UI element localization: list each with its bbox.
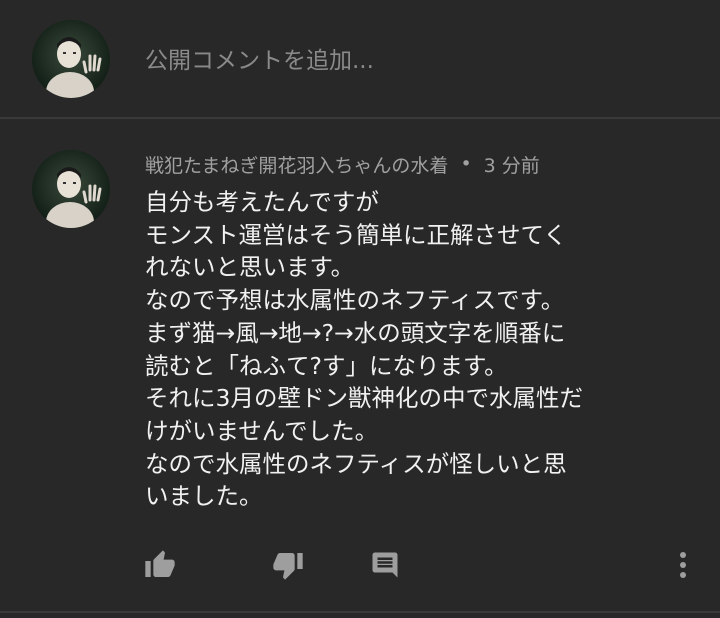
comment-line: なので予想は水属性のネフティスです。: [145, 286, 565, 315]
comment-line: 自分も考えたんですが: [145, 188, 379, 216]
bottom-divider: [0, 611, 720, 613]
reply-button[interactable]: [365, 545, 405, 585]
avatar-image: [32, 150, 110, 228]
comment-line: 読むと「ねふて?す」になります。: [145, 351, 508, 380]
add-comment-input[interactable]: [145, 43, 685, 79]
comment-line: けがいませんでした。: [145, 416, 379, 445]
comment-meta: 戦犯たまねぎ開花羽入ちゃんの水着 • 3 分前: [145, 150, 540, 178]
meta-separator: •: [460, 153, 472, 175]
avatar-image: [32, 20, 110, 98]
dislike-button[interactable]: [268, 545, 308, 585]
more-vertical-icon: [680, 552, 686, 578]
section-divider: [0, 117, 720, 119]
comment-actions: [0, 545, 720, 585]
comment-author[interactable]: 戦犯たまねぎ開花羽入ちゃんの水着: [145, 151, 448, 178]
comment-line: モンスト運営はそう簡単に正解させてく: [145, 220, 567, 249]
current-user-avatar[interactable]: [32, 20, 110, 98]
comments-panel: 戦犯たまねぎ開花羽入ちゃんの水着 • 3 分前 自分も考えたんですが モンスト運…: [0, 0, 720, 618]
author-avatar[interactable]: [32, 150, 110, 228]
thumb-up-icon: [145, 550, 175, 577]
comment-line: れないと思います。: [145, 253, 355, 282]
like-button[interactable]: [140, 545, 180, 585]
thumb-down-icon: [273, 553, 303, 580]
comment-body: 自分も考えたんですが モンスト運営はそう簡単に正解させてく れないと思います。 …: [145, 186, 665, 513]
reply-comment-icon: [372, 552, 398, 578]
comment-line: いました。: [145, 482, 263, 511]
comment-time: 3 分前: [483, 154, 540, 177]
more-options-button[interactable]: [663, 545, 703, 585]
comment-line: なので水属性のネフティスが怪しいと思: [145, 449, 567, 478]
comment-line: まず猫→風→地→?→水の頭文字を順番に: [145, 318, 566, 347]
comment-line: それに3月の壁ドン獣神化の中で水属性だ: [145, 384, 583, 413]
